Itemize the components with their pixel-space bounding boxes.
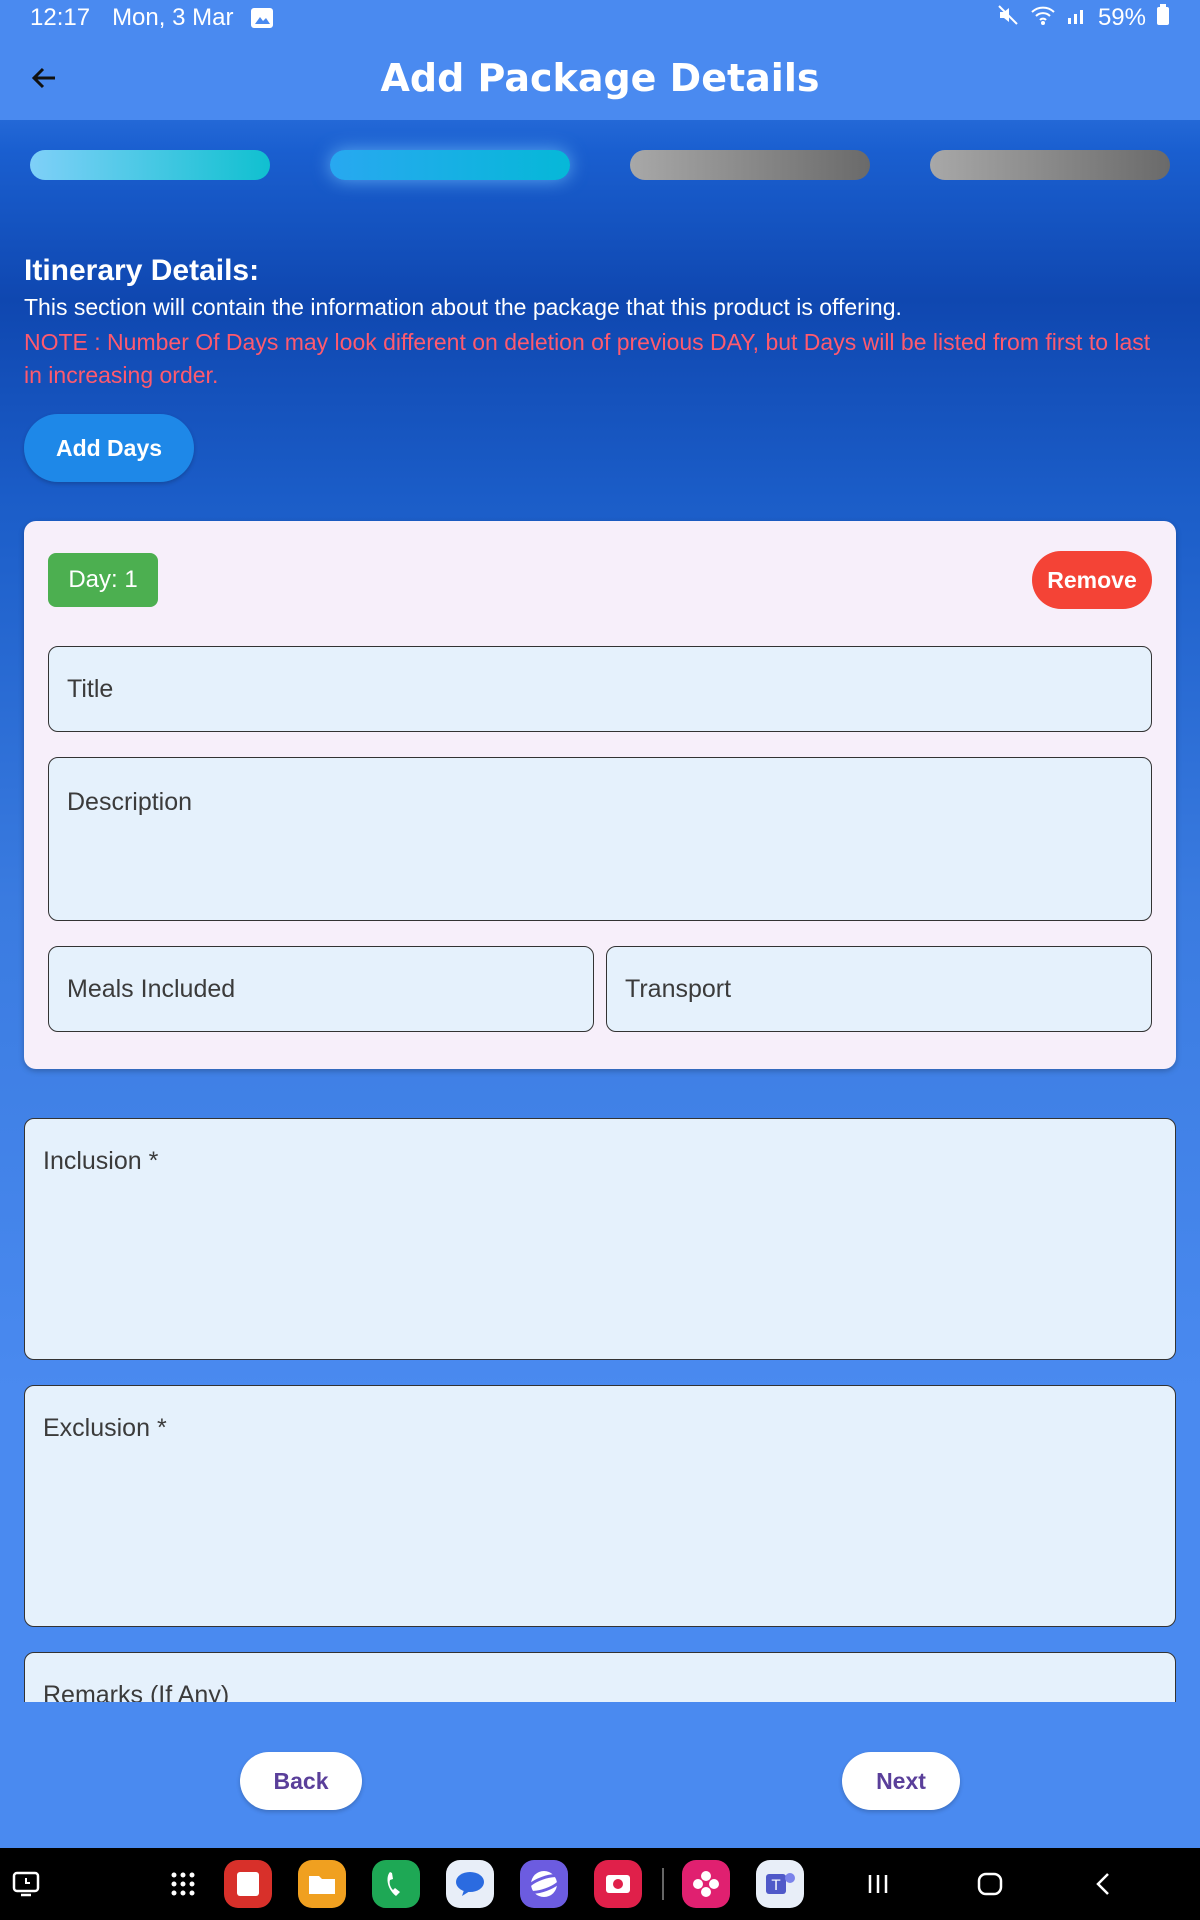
remarks-field[interactable]: Remarks (If Any) <box>24 1652 1176 1702</box>
camera-app-icon[interactable] <box>594 1860 642 1908</box>
files-app-icon[interactable] <box>298 1860 346 1908</box>
back-arrow-icon[interactable] <box>24 58 64 98</box>
status-bar: 12:17 Mon, 3 Mar 59% <box>0 0 1200 36</box>
section-description: This section will contain the informatio… <box>24 294 902 320</box>
exclusion-field[interactable]: Exclusion * <box>24 1385 1176 1627</box>
back-button[interactable]: Back <box>240 1752 362 1810</box>
transport-placeholder: Transport <box>625 975 732 1003</box>
day-title-placeholder: Title <box>67 675 114 703</box>
internet-app-icon[interactable] <box>520 1860 568 1908</box>
recents-app-icon[interactable] <box>8 1866 44 1902</box>
day-title-field[interactable]: Title <box>48 646 1152 732</box>
remove-day-button[interactable]: Remove <box>1032 551 1152 609</box>
app-bar: Add Package Details <box>0 36 1200 120</box>
exclusion-placeholder: Exclusion * <box>43 1414 167 1442</box>
image-notification-icon <box>251 8 274 28</box>
meals-included-placeholder: Meals Included <box>67 975 236 1003</box>
next-button[interactable]: Next <box>842 1752 960 1810</box>
transport-field[interactable]: Transport <box>606 946 1152 1032</box>
inclusion-placeholder: Inclusion * <box>43 1147 159 1175</box>
remarks-clip: Remarks (If Any) <box>0 1652 1200 1702</box>
dock-divider <box>662 1868 664 1900</box>
home-button[interactable] <box>972 1866 1008 1902</box>
notes-app-icon[interactable] <box>224 1860 272 1908</box>
back-nav-button[interactable] <box>1086 1866 1122 1902</box>
teams-app-icon[interactable]: T <box>756 1860 804 1908</box>
step-1-indicator <box>30 150 270 180</box>
day-badge: Day: 1 <box>48 553 158 607</box>
day-card: Day: 1 Remove Title Description Meals In… <box>24 521 1176 1069</box>
progress-stepper <box>30 150 1170 180</box>
app-drawer-icon[interactable] <box>165 1866 201 1902</box>
battery-icon <box>1156 3 1170 33</box>
battery-percent: 59% <box>1097 4 1146 31</box>
meals-included-field[interactable]: Meals Included <box>48 946 594 1032</box>
phone-app-icon[interactable] <box>372 1860 420 1908</box>
mute-icon <box>996 3 1020 34</box>
section-note: NOTE : Number Of Days may look different… <box>24 329 1151 388</box>
step-2-indicator <box>330 150 570 180</box>
day-description-field[interactable]: Description <box>48 757 1152 921</box>
wifi-icon <box>1030 4 1056 33</box>
day-description-placeholder: Description <box>67 788 193 816</box>
add-days-button[interactable]: Add Days <box>24 414 194 482</box>
remarks-placeholder: Remarks (If Any) <box>43 1681 230 1702</box>
signal-icon <box>1066 4 1088 33</box>
step-3-indicator <box>630 150 870 180</box>
messages-app-icon[interactable] <box>446 1860 494 1908</box>
section-title: Itinerary Details: <box>24 254 260 287</box>
inclusion-field[interactable]: Inclusion * <box>24 1118 1176 1360</box>
status-time: 12:17 <box>30 4 91 31</box>
system-nav-bar: T <box>0 1848 1200 1920</box>
svg-text:T: T <box>771 1878 781 1894</box>
page-title: Add Package Details <box>380 56 820 100</box>
flower-app-icon[interactable] <box>682 1860 730 1908</box>
step-4-indicator <box>930 150 1170 180</box>
recent-apps-button[interactable] <box>860 1866 896 1902</box>
status-date: Mon, 3 Mar <box>112 4 234 31</box>
